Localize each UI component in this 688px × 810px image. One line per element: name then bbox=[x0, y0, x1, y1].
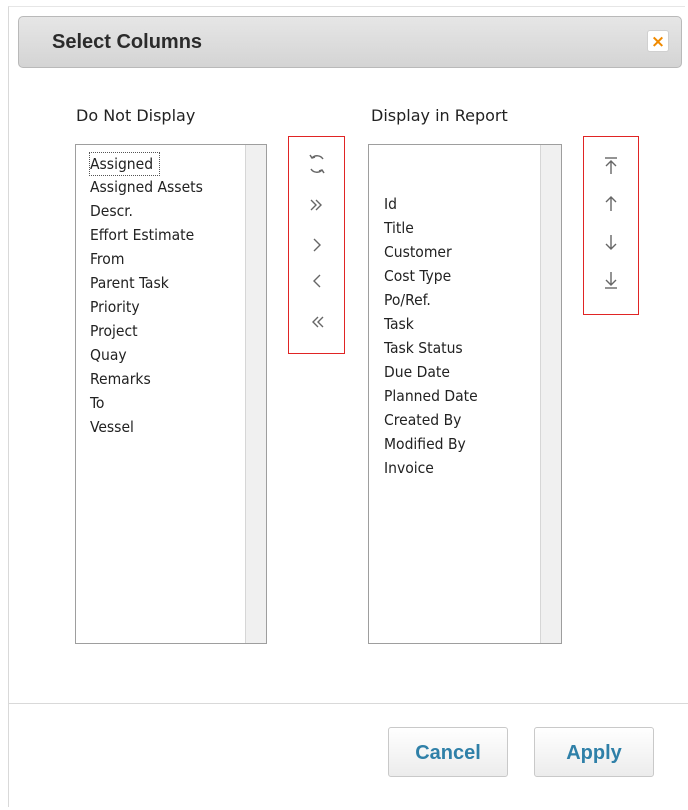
do-not-display-label: Do Not Display bbox=[76, 106, 196, 125]
list-scrollbar[interactable] bbox=[540, 145, 561, 643]
move-down-button[interactable] bbox=[597, 229, 625, 255]
list-item[interactable]: Planned Date bbox=[384, 384, 478, 408]
apply-button[interactable]: Apply bbox=[534, 727, 654, 777]
list-item[interactable]: Quay bbox=[90, 343, 203, 367]
list-item[interactable]: Project bbox=[90, 319, 203, 343]
move-down-icon bbox=[605, 235, 617, 250]
move-bottom-icon bbox=[605, 272, 617, 289]
list-item-label: Assigned bbox=[88, 152, 161, 176]
list-item[interactable]: Assigned bbox=[88, 152, 203, 176]
move-bottom-button[interactable] bbox=[597, 267, 625, 293]
move-right-button[interactable] bbox=[303, 232, 331, 258]
do-not-display-list[interactable]: Assigned Assigned Assets Descr. Effort E… bbox=[75, 144, 267, 644]
list-item[interactable]: Created By bbox=[384, 408, 478, 432]
move-all-left-button[interactable] bbox=[303, 309, 331, 335]
dialog-title: Select Columns bbox=[52, 31, 203, 53]
move-all-right-button[interactable] bbox=[303, 192, 331, 218]
list-scrollbar[interactable] bbox=[245, 145, 266, 643]
display-in-report-list[interactable]: Id Title Customer Cost Type Po/Ref. Task… bbox=[368, 144, 562, 644]
list-item[interactable]: From bbox=[90, 247, 203, 271]
move-left-icon bbox=[313, 274, 321, 288]
list-item[interactable]: Task Status bbox=[384, 336, 478, 360]
order-button-group bbox=[583, 136, 639, 315]
list-item[interactable]: Remarks bbox=[90, 367, 203, 391]
close-button[interactable]: × bbox=[647, 30, 669, 52]
move-all-right-icon bbox=[310, 199, 322, 211]
list-item[interactable]: Descr. bbox=[90, 199, 203, 223]
list-item[interactable]: Effort Estimate bbox=[90, 223, 203, 247]
list-item[interactable]: Id bbox=[384, 192, 478, 216]
cancel-button[interactable]: Cancel bbox=[388, 727, 508, 777]
list-item[interactable]: Assigned Assets bbox=[90, 175, 203, 199]
list-item[interactable]: Priority bbox=[90, 295, 203, 319]
list-item[interactable]: Invoice bbox=[384, 456, 478, 480]
footer-divider bbox=[9, 703, 688, 704]
move-top-button[interactable] bbox=[597, 153, 625, 179]
list-item[interactable]: Po/Ref. bbox=[384, 288, 478, 312]
list-item[interactable]: Vessel bbox=[90, 415, 203, 439]
list-item[interactable]: To bbox=[90, 391, 203, 415]
reset-button[interactable] bbox=[303, 151, 331, 177]
transfer-button-group bbox=[288, 136, 345, 354]
list-item[interactable]: Title bbox=[384, 216, 478, 240]
reset-icon bbox=[309, 154, 325, 174]
move-left-button[interactable] bbox=[303, 268, 331, 294]
display-in-report-label: Display in Report bbox=[371, 106, 508, 125]
close-icon: × bbox=[650, 32, 666, 52]
move-top-icon bbox=[605, 157, 617, 174]
list-item[interactable]: Due Date bbox=[384, 360, 478, 384]
move-right-icon bbox=[313, 238, 321, 252]
move-up-icon bbox=[605, 196, 617, 211]
list-item[interactable]: Parent Task bbox=[90, 271, 203, 295]
move-all-left-icon bbox=[312, 316, 324, 328]
move-up-button[interactable] bbox=[597, 191, 625, 217]
list-item[interactable]: Modified By bbox=[384, 432, 478, 456]
list-item[interactable]: Cost Type bbox=[384, 264, 478, 288]
list-item[interactable]: Task bbox=[384, 312, 478, 336]
dialog-titlebar: Select Columns × bbox=[18, 16, 682, 68]
list-item[interactable]: Customer bbox=[384, 240, 478, 264]
